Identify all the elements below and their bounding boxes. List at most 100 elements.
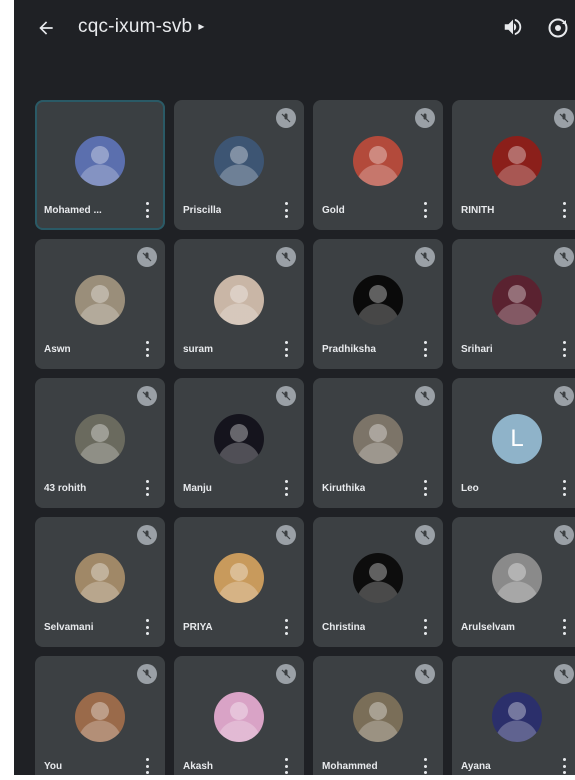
participant-name: You <box>44 761 63 772</box>
participant-name: Pradhiksha <box>322 344 376 355</box>
participant-name: Christina <box>322 622 366 633</box>
participant-tile[interactable]: Gold <box>313 100 443 230</box>
avatar <box>353 414 403 464</box>
mic-off-icon <box>137 247 157 267</box>
mic-off-icon <box>554 386 574 406</box>
avatar <box>75 414 125 464</box>
participant-tile[interactable]: Kiruthika <box>313 378 443 508</box>
more-options-icon[interactable] <box>558 202 570 218</box>
participant-tile[interactable]: L Leo <box>452 378 575 508</box>
chevron-right-icon: ▸ <box>198 19 205 33</box>
participant-tile[interactable]: Srihari <box>452 239 575 369</box>
mic-off-icon <box>276 664 296 684</box>
participant-tile[interactable]: Akash <box>174 656 304 775</box>
participant-name: 43 rohith <box>44 483 87 494</box>
mic-off-icon <box>554 108 574 128</box>
more-options-icon[interactable] <box>280 619 292 635</box>
participant-tile[interactable]: 43 rohith <box>35 378 165 508</box>
more-options-icon[interactable] <box>558 341 570 357</box>
more-options-icon[interactable] <box>419 619 431 635</box>
mic-off-icon <box>554 664 574 684</box>
avatar <box>214 136 264 186</box>
meet-screen: cqc-ixum-svb ▸ Mohamed ... Priscilla Gold RI… <box>14 0 575 775</box>
participant-tile[interactable]: Pradhiksha <box>313 239 443 369</box>
avatar <box>75 275 125 325</box>
avatar <box>353 136 403 186</box>
avatar <box>492 136 542 186</box>
more-options-icon[interactable] <box>558 480 570 496</box>
avatar <box>214 275 264 325</box>
participant-tile[interactable]: You <box>35 656 165 775</box>
participant-tile[interactable]: Manju <box>174 378 304 508</box>
participant-tile[interactable]: Selvamani <box>35 517 165 647</box>
participant-tile[interactable]: Christina <box>313 517 443 647</box>
speaker-icon[interactable] <box>502 16 524 38</box>
more-options-icon[interactable] <box>141 758 153 774</box>
participant-tile[interactable]: Ayana <box>452 656 575 775</box>
participant-name: RINITH <box>461 205 495 216</box>
mic-off-icon <box>554 525 574 545</box>
avatar <box>353 692 403 742</box>
more-options-icon[interactable] <box>280 480 292 496</box>
meeting-code: cqc-ixum-svb <box>78 16 193 37</box>
participant-name: Akash <box>183 761 214 772</box>
participant-name: Gold <box>322 205 345 216</box>
avatar <box>214 414 264 464</box>
participant-name: Arulselvam <box>461 622 515 633</box>
participant-tile[interactable]: suram <box>174 239 304 369</box>
more-options-icon[interactable] <box>280 341 292 357</box>
more-options-icon[interactable] <box>280 758 292 774</box>
mic-off-icon <box>415 664 435 684</box>
mic-off-icon <box>554 247 574 267</box>
participant-name: Srihari <box>461 344 493 355</box>
avatar <box>353 275 403 325</box>
mic-off-icon <box>137 525 157 545</box>
participant-tile[interactable]: PRIYA <box>174 517 304 647</box>
participant-name: Leo <box>461 483 479 494</box>
more-options-icon[interactable] <box>141 619 153 635</box>
participant-tile[interactable]: RINITH <box>452 100 575 230</box>
participant-name: Priscilla <box>183 205 222 216</box>
more-options-icon[interactable] <box>141 480 153 496</box>
mic-off-icon <box>276 525 296 545</box>
more-options-icon[interactable] <box>558 758 570 774</box>
avatar <box>214 553 264 603</box>
switch-camera-icon[interactable] <box>546 16 570 40</box>
more-options-icon[interactable] <box>419 758 431 774</box>
more-options-icon[interactable] <box>419 202 431 218</box>
mic-off-icon <box>276 108 296 128</box>
avatar <box>75 553 125 603</box>
more-options-icon[interactable] <box>419 341 431 357</box>
participant-name: Mohamed ... <box>44 205 102 216</box>
participant-name: PRIYA <box>183 622 213 633</box>
participant-name: Ayana <box>461 761 491 772</box>
participant-tile[interactable]: Priscilla <box>174 100 304 230</box>
participant-name: Aswn <box>44 344 71 355</box>
avatar <box>492 692 542 742</box>
mic-off-icon <box>415 386 435 406</box>
avatar <box>75 692 125 742</box>
participant-tile[interactable]: Aswn <box>35 239 165 369</box>
more-options-icon[interactable] <box>558 619 570 635</box>
avatar <box>353 553 403 603</box>
back-arrow-icon[interactable] <box>36 18 56 38</box>
more-options-icon[interactable] <box>280 202 292 218</box>
more-options-icon[interactable] <box>141 202 153 218</box>
meeting-code-button[interactable]: cqc-ixum-svb ▸ <box>78 16 205 38</box>
mic-off-icon <box>137 386 157 406</box>
avatar <box>492 275 542 325</box>
participant-tile[interactable]: Arulselvam <box>452 517 575 647</box>
mic-off-icon <box>276 386 296 406</box>
top-bar: cqc-ixum-svb ▸ <box>14 0 575 62</box>
mic-off-icon <box>415 525 435 545</box>
more-options-icon[interactable] <box>419 480 431 496</box>
participant-name: Kiruthika <box>322 483 366 494</box>
participant-tile[interactable]: Mohamed ... <box>35 100 165 230</box>
mic-off-icon <box>415 247 435 267</box>
participant-name: suram <box>183 344 214 355</box>
avatar <box>492 553 542 603</box>
mic-off-icon <box>415 108 435 128</box>
participant-name: Manju <box>183 483 212 494</box>
more-options-icon[interactable] <box>141 341 153 357</box>
participant-tile[interactable]: Mohammed <box>313 656 443 775</box>
